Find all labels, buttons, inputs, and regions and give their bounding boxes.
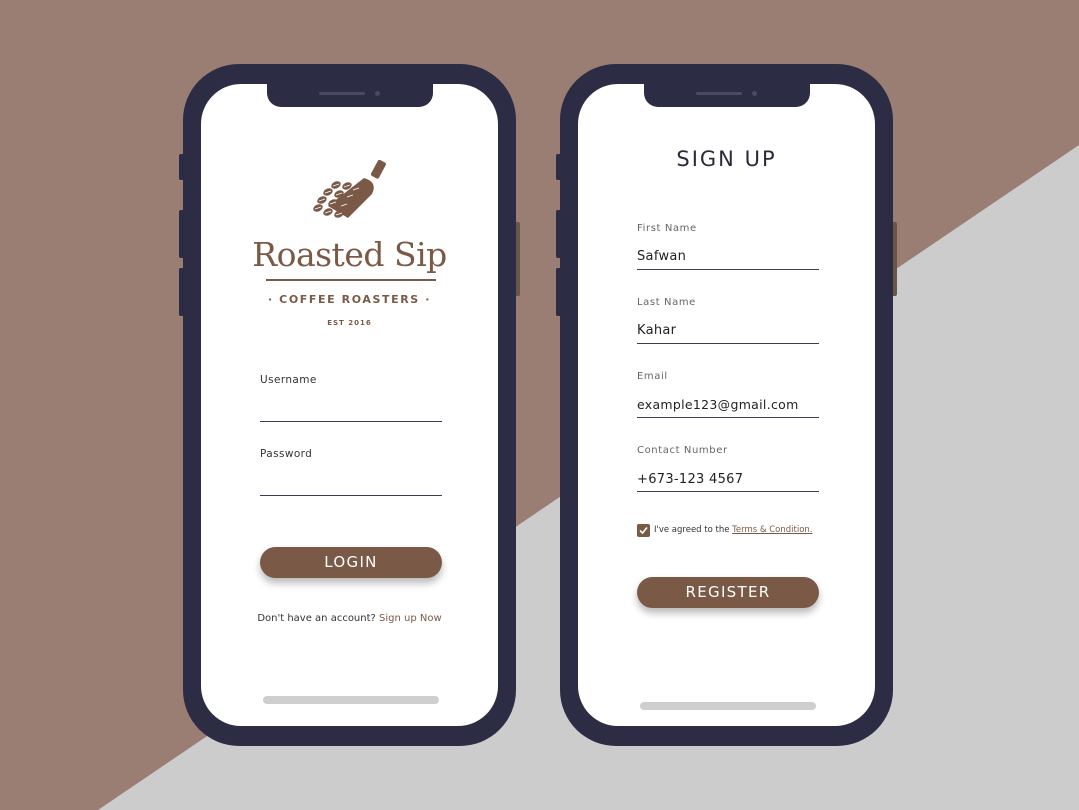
- password-label: Password: [260, 448, 313, 460]
- camera: [375, 91, 380, 96]
- page-title: SIGN UP: [676, 147, 777, 171]
- first-name-label: First Name: [637, 223, 697, 234]
- terms-link[interactable]: Terms & Condition.: [732, 525, 812, 535]
- speaker: [319, 92, 365, 95]
- first-name-input[interactable]: Safwan: [637, 249, 686, 264]
- camera: [752, 91, 757, 96]
- last-name-label: Last Name: [637, 297, 696, 308]
- tagline: · COFFEE ROASTERS ·: [267, 293, 432, 306]
- username-input[interactable]: [260, 397, 442, 419]
- home-indicator: [640, 702, 816, 710]
- login-button[interactable]: LOGIN: [260, 547, 442, 578]
- last-name-input[interactable]: Kahar: [637, 323, 676, 338]
- brand-name: Roasted Sip: [252, 235, 447, 274]
- login-phone: Roasted Sip · COFFEE ROASTERS · EST 2016…: [179, 64, 520, 746]
- signup-link[interactable]: Sign up Now: [379, 613, 442, 624]
- register-button[interactable]: REGISTER: [637, 577, 819, 608]
- agree-text: I've agreed to the: [654, 525, 730, 535]
- signup-phone: SIGN UP First Name Safwan Last Name Kaha…: [556, 64, 897, 746]
- username-label: Username: [260, 374, 317, 386]
- established-label: EST 2016: [327, 319, 372, 327]
- signup-prompt-row: Don't have an account? Sign up Now: [183, 613, 516, 624]
- terms-agreement: I've agreed to the Terms & Condition.: [654, 525, 813, 535]
- brand-divider: [266, 279, 436, 281]
- contact-number-input[interactable]: +673-123 4567: [637, 472, 743, 487]
- contact-number-underline: [637, 491, 819, 492]
- first-name-underline: [637, 269, 819, 270]
- coffee-scoop-icon: [313, 160, 386, 218]
- password-input[interactable]: [260, 471, 442, 493]
- contact-number-label: Contact Number: [637, 445, 728, 456]
- password-underline: [260, 495, 442, 496]
- speaker: [696, 92, 742, 95]
- checkmark-icon: [639, 526, 648, 535]
- signup-prompt: Don't have an account?: [257, 613, 376, 624]
- email-input[interactable]: example123@gmail.com: [637, 397, 799, 412]
- email-label: Email: [637, 371, 668, 382]
- email-underline: [637, 417, 819, 418]
- background: [0, 0, 1079, 810]
- last-name-underline: [637, 343, 819, 344]
- notch: [644, 84, 810, 107]
- username-underline: [260, 421, 442, 422]
- home-indicator: [263, 696, 439, 704]
- notch: [267, 84, 433, 107]
- terms-checkbox[interactable]: [637, 524, 650, 537]
